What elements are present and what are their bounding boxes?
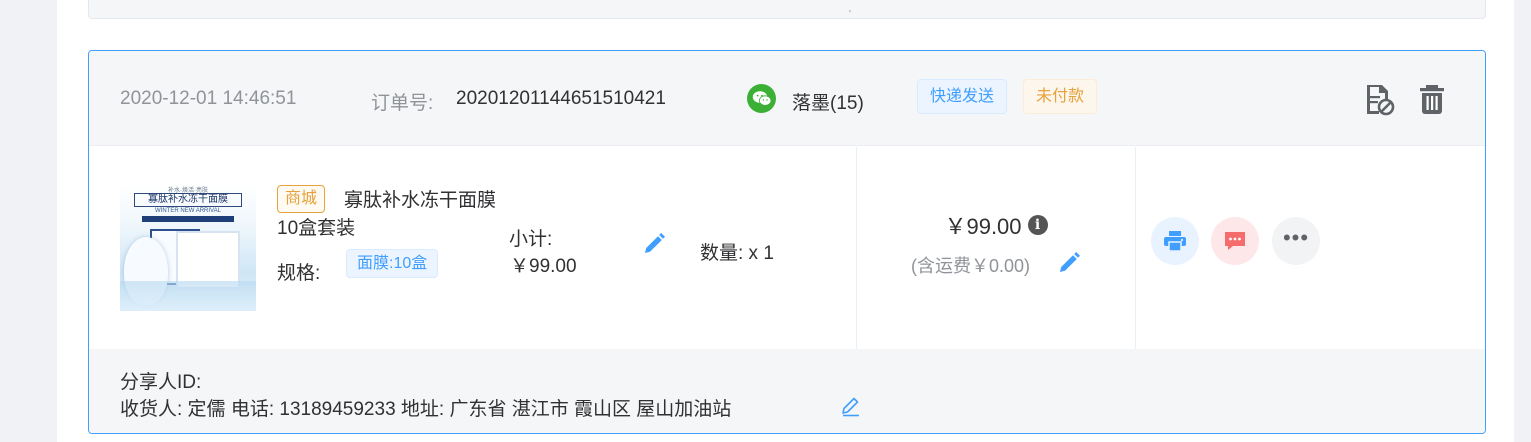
- order-card-footer: 分享人ID: 收货人: 定儒 电话: 13189459233 地址: 广东省 湛…: [89, 349, 1485, 433]
- edit-address-icon[interactable]: [840, 395, 862, 417]
- order-total: ￥99.00 i: [857, 209, 1135, 241]
- document-cancel-icon[interactable]: [1362, 82, 1396, 116]
- sharer-id: 分享人ID:: [120, 372, 202, 393]
- edit-shipping-icon[interactable]: [1057, 251, 1081, 275]
- column-divider: [856, 147, 857, 349]
- more-dots-icon: •••: [1282, 225, 1310, 250]
- order-card: 2020-12-01 14:46:51 订单号: 202012011446515…: [88, 50, 1486, 434]
- product-image-water: [120, 281, 256, 311]
- wechat-icon: [747, 84, 776, 113]
- mall-tag: 商城: [277, 185, 326, 213]
- spec-tag: 面膜:10盒: [346, 249, 439, 278]
- info-icon[interactable]: i: [1027, 215, 1048, 235]
- column-divider: [1135, 147, 1136, 349]
- total-price: ￥99.00: [944, 214, 1022, 239]
- print-button[interactable]: [1151, 217, 1199, 265]
- product-image[interactable]: 补水·焕活·亮肤 寡肽补水冻干面膜 WINTER NEW ARRIVAL: [120, 183, 256, 311]
- previous-order-card: ': [88, 0, 1486, 20]
- edit-price-icon[interactable]: [642, 232, 666, 256]
- spec-label: 规格:: [277, 263, 321, 284]
- message-button[interactable]: [1211, 217, 1259, 265]
- order-card-header: 2020-12-01 14:46:51 订单号: 202012011446515…: [89, 51, 1485, 146]
- product-image-title: 寡肽补水冻干面膜: [134, 193, 242, 207]
- express-delivery-tag: 快递发送: [917, 79, 1008, 114]
- order-number-label: 订单号:: [371, 93, 434, 114]
- subtotal-label: 小计:: [509, 229, 553, 250]
- previous-card-mark: ': [849, 9, 851, 20]
- unpaid-status-tag: 未付款: [1023, 79, 1098, 114]
- buyer-name[interactable]: 落墨(15): [792, 88, 864, 115]
- printer-icon: [1164, 231, 1186, 252]
- product-image-subtitle: WINTER NEW ARRIVAL: [155, 208, 221, 214]
- receiver-info: 收货人: 定儒 电话: 13189459233 地址: 广东省 湛江市 霞山区 …: [120, 399, 732, 420]
- order-card-body: 补水·焕活·亮肤 寡肽补水冻干面膜 WINTER NEW ARRIVAL 寡肽补…: [89, 147, 1485, 349]
- product-image-band: [142, 216, 234, 222]
- product-image-tagline: 补水·焕活·亮肤: [168, 188, 208, 194]
- order-time: 2020-12-01 14:46:51: [120, 88, 297, 109]
- shipping-fee: (含运费￥0.00): [911, 256, 1031, 276]
- more-button[interactable]: •••: [1272, 217, 1320, 265]
- quantity: 数量: x 1: [700, 243, 774, 264]
- trash-icon[interactable]: [1415, 82, 1449, 116]
- subtotal-value: ￥99.00: [510, 256, 577, 277]
- message-icon: [1225, 232, 1245, 250]
- order-number: 20201201144651510421: [456, 88, 666, 109]
